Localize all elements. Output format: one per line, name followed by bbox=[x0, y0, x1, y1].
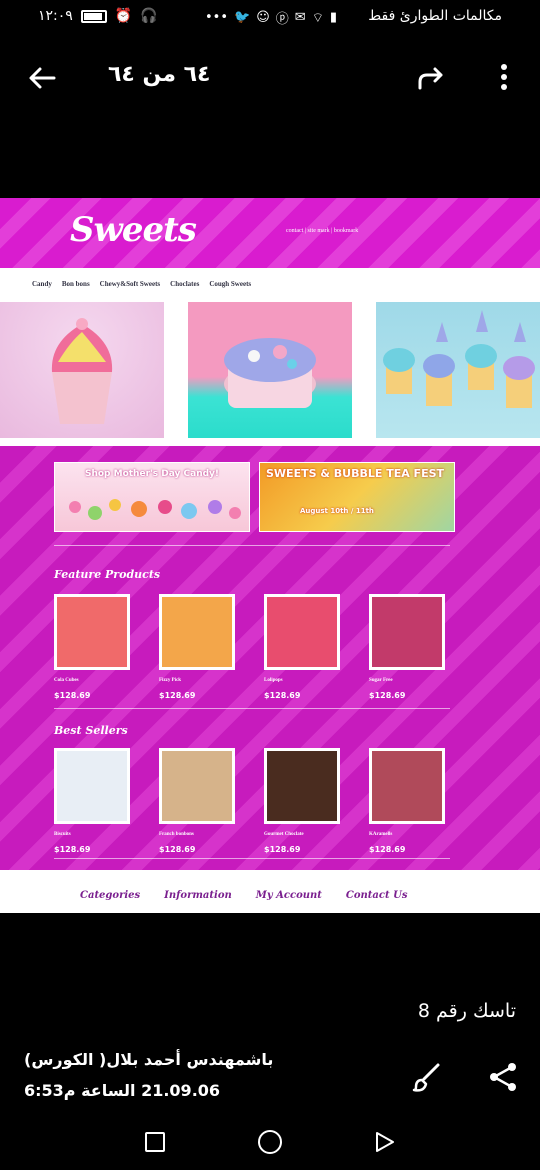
product-name: Sugar Free bbox=[369, 678, 393, 683]
product-price: $128.69 bbox=[54, 691, 91, 700]
site-logo: Sweets bbox=[70, 210, 197, 250]
divider bbox=[54, 858, 450, 859]
bubble-tea-fest-banner[interactable]: SWEETS & BUBBLE TEA FEST August 10th / 1… bbox=[259, 462, 455, 532]
banner-date: August 10th / 11th bbox=[300, 507, 374, 515]
app-bar: ٦٤ من ٦٤ bbox=[0, 36, 540, 120]
status-left: ١٢:٠٩ ⏰ 🎧 bbox=[38, 8, 158, 24]
product-name: Biscuits bbox=[54, 832, 71, 837]
website-screenshot[interactable]: Sweets contact | site mark | bookmark Ca… bbox=[0, 198, 540, 913]
forward-arrow-icon[interactable] bbox=[414, 62, 448, 96]
mothers-day-banner[interactable]: Shop Mother's Day Candy! bbox=[54, 462, 250, 532]
nav-item: Chewy&Soft Sweets bbox=[99, 280, 161, 288]
product-image bbox=[369, 594, 445, 670]
product-price: $128.69 bbox=[264, 691, 301, 700]
battery-icon bbox=[80, 9, 107, 23]
hero-image-mermaid-cupcakes bbox=[376, 302, 540, 438]
carrier-text: مكالمات الطوارئ فقط bbox=[368, 8, 502, 24]
home-icon[interactable] bbox=[258, 1130, 282, 1154]
product-card[interactable]: Fizzy Pick $128.69 bbox=[159, 594, 235, 700]
app-icon: ☺ bbox=[256, 10, 270, 25]
notification-icons: ••• 🐦 ☺ ⓟ ✉ ⌔ ▮ bbox=[205, 8, 337, 27]
footer-link: Categories bbox=[80, 890, 141, 901]
product-price: $128.69 bbox=[369, 691, 406, 700]
edit-brush-icon[interactable] bbox=[410, 1060, 444, 1094]
timestamp: 21.09.06 الساعة م6:53 bbox=[24, 1081, 221, 1100]
product-card[interactable]: Gourmet Choclate $128.69 bbox=[264, 748, 340, 854]
back-triangle-icon[interactable] bbox=[374, 1130, 396, 1154]
product-image bbox=[264, 748, 340, 824]
nav-item: Cough Sweets bbox=[209, 280, 252, 288]
footer-link: Information bbox=[164, 890, 232, 901]
product-name: KAramells bbox=[369, 832, 393, 837]
overflow-dots-icon: ••• bbox=[205, 10, 229, 25]
product-name: Cola Cubes bbox=[54, 678, 79, 683]
product-image bbox=[264, 594, 340, 670]
product-name: Franch bonbons bbox=[159, 832, 194, 837]
site-footer: Categories Information My Account Contac… bbox=[0, 878, 540, 913]
product-price: $128.69 bbox=[159, 845, 196, 854]
product-image bbox=[369, 748, 445, 824]
featured-title: Feature Products bbox=[54, 568, 161, 581]
back-arrow-icon[interactable] bbox=[24, 60, 60, 96]
product-price: $128.69 bbox=[264, 845, 301, 854]
footer-link: My Account bbox=[255, 890, 322, 901]
nav-item: Bon bons bbox=[61, 280, 90, 288]
header-links: contact | site mark | bookmark bbox=[286, 228, 359, 234]
product-card[interactable]: Sugar Free $128.69 bbox=[369, 594, 445, 700]
bestsellers-title: Best Sellers bbox=[54, 724, 128, 737]
products-section: Shop Mother's Day Candy! SWEETS & BUBBLE… bbox=[0, 446, 540, 870]
product-price: $128.69 bbox=[54, 845, 91, 854]
product-image bbox=[54, 748, 130, 824]
nav-item: Choclates bbox=[170, 280, 200, 288]
image-counter: ٦٤ من ٦٤ bbox=[108, 62, 211, 87]
divider bbox=[54, 545, 450, 546]
system-nav-bar bbox=[0, 1120, 540, 1170]
product-name: Lolipops bbox=[264, 678, 283, 683]
product-card[interactable]: Cola Cubes $128.69 bbox=[54, 594, 130, 700]
product-card[interactable]: Franch bonbons $128.69 bbox=[159, 748, 235, 854]
status-bar: ١٢:٠٩ ⏰ 🎧 ••• 🐦 ☺ ⓟ ✉ ⌔ ▮ مكالمات الطوار… bbox=[0, 0, 540, 36]
share-icon[interactable] bbox=[486, 1060, 520, 1094]
product-price: $128.69 bbox=[159, 691, 196, 700]
signal-icon: ▮ bbox=[329, 10, 338, 25]
pinterest-icon: ⓟ bbox=[275, 12, 289, 27]
product-name: Gourmet Choclate bbox=[264, 832, 304, 837]
gmail-icon: ✉ bbox=[294, 10, 306, 25]
product-image bbox=[54, 594, 130, 670]
hero-image-decorated-cake bbox=[188, 302, 352, 438]
product-name: Fizzy Pick bbox=[159, 678, 182, 683]
product-card[interactable]: Lolipops $128.69 bbox=[264, 594, 340, 700]
more-options-icon[interactable] bbox=[494, 64, 514, 94]
site-header: Sweets contact | site mark | bookmark bbox=[0, 198, 540, 268]
divider bbox=[54, 708, 450, 709]
twitter-icon: 🐦 bbox=[234, 10, 251, 25]
clock: ١٢:٠٩ bbox=[38, 8, 73, 24]
recents-icon[interactable] bbox=[145, 1132, 165, 1152]
site-nav: Candy Bon bons Chewy&Soft Sweets Choclat… bbox=[0, 274, 540, 294]
hero-image-cupcake bbox=[0, 302, 164, 438]
footer-link: Contact Us bbox=[345, 890, 408, 901]
banner-title: SWEETS & BUBBLE TEA FEST bbox=[266, 467, 445, 480]
product-card[interactable]: Biscuits $128.69 bbox=[54, 748, 130, 854]
wifi-icon: ⌔ bbox=[311, 10, 324, 26]
product-card[interactable]: KAramells $128.69 bbox=[369, 748, 445, 854]
headphones-icon: 🎧 bbox=[140, 8, 158, 24]
author-name: باشمهندس أحمد بلال( الكورس) bbox=[24, 1050, 274, 1069]
nav-item: Candy bbox=[32, 280, 52, 288]
product-price: $128.69 bbox=[369, 845, 406, 854]
alarm-icon: ⏰ bbox=[114, 8, 133, 24]
product-image bbox=[159, 748, 235, 824]
image-caption: تاسك رقم 8 bbox=[417, 1000, 516, 1022]
product-image bbox=[159, 594, 235, 670]
